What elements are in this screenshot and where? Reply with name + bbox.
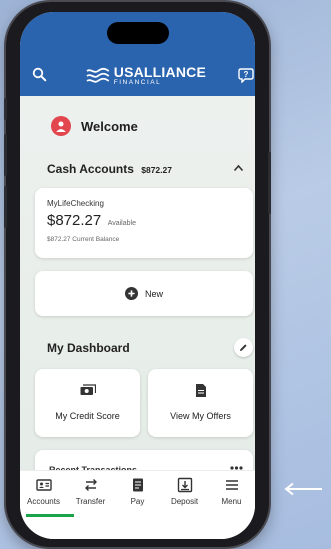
view-offers-tile[interactable]: View My Offers xyxy=(148,369,253,437)
document-icon xyxy=(196,384,206,397)
tab-pay[interactable]: Pay xyxy=(114,477,161,506)
logo-subtext: FINANCIAL xyxy=(113,79,162,86)
avatar[interactable] xyxy=(51,116,71,136)
deposit-icon xyxy=(177,477,192,493)
chevron-up-icon[interactable] xyxy=(233,164,244,172)
credit-score-label: My Credit Score xyxy=(55,411,120,421)
welcome-text: Welcome xyxy=(81,118,138,134)
new-label: New xyxy=(144,288,163,299)
account-name: MyLifeChecking xyxy=(47,199,104,208)
new-account-button[interactable]: New xyxy=(35,271,253,316)
transfer-arrows-icon xyxy=(84,479,97,491)
plus-circle-icon xyxy=(124,287,138,300)
left-arrow-icon xyxy=(284,482,322,496)
tab-transfer[interactable]: Transfer xyxy=(67,477,114,506)
cash-accounts-header[interactable]: Cash Accounts $872.27 xyxy=(47,162,172,176)
available-label: Available xyxy=(107,220,136,227)
active-tab-indicator xyxy=(26,514,74,517)
user-icon xyxy=(56,121,66,132)
mute-switch xyxy=(4,98,7,120)
search-icon[interactable] xyxy=(32,67,47,82)
app-screen: USALLIANCE FINANCIAL ? Welcome Cash Acco… xyxy=(20,12,255,539)
cash-accounts-title: Cash Accounts xyxy=(47,162,134,176)
tab-accounts-label: Accounts xyxy=(27,497,60,506)
volume-up-button xyxy=(4,134,7,176)
logo-waves-icon xyxy=(86,67,110,83)
tab-deposit-label: Deposit xyxy=(170,497,199,506)
cash-accounts-total: $872.27 xyxy=(141,165,172,175)
pay-bill-icon xyxy=(132,478,143,492)
account-card[interactable]: MyLifeChecking $872.27 Available $872.27… xyxy=(35,188,253,258)
edit-dashboard-button[interactable] xyxy=(234,338,253,357)
usalliance-logo: USALLIANCE FINANCIAL xyxy=(86,63,206,89)
svg-text:?: ? xyxy=(244,70,249,79)
view-offers-label: View My Offers xyxy=(170,411,231,421)
credit-score-tile[interactable]: My Credit Score xyxy=(35,369,140,437)
phone-frame: USALLIANCE FINANCIAL ? Welcome Cash Acco… xyxy=(4,2,271,547)
tab-pay-label: Pay xyxy=(130,497,145,506)
dynamic-island xyxy=(107,22,169,44)
logo-text: USALLIANCE xyxy=(113,64,206,80)
tab-transfer-label: Transfer xyxy=(75,497,106,506)
tab-menu[interactable]: Menu xyxy=(208,477,255,506)
account-balance-row: $872.27 Available xyxy=(47,212,136,230)
accounts-icon xyxy=(35,479,52,491)
tab-accounts[interactable]: Accounts xyxy=(20,477,67,506)
bottom-tab-bar: Accounts Transfer Pay Deposit Menu xyxy=(20,470,255,539)
tab-menu-label: Menu xyxy=(221,497,242,506)
tab-deposit[interactable]: Deposit xyxy=(161,477,208,506)
pencil-icon xyxy=(240,344,247,351)
account-balance: $872.27 xyxy=(47,212,102,229)
dashboard-title: My Dashboard xyxy=(47,341,130,355)
current-balance-text: $872.27 Current Balance xyxy=(47,236,120,243)
money-icon xyxy=(80,384,96,395)
hamburger-menu-icon xyxy=(225,480,238,490)
help-chat-icon[interactable]: ? xyxy=(238,67,254,83)
power-button xyxy=(268,152,271,214)
welcome-row: Welcome xyxy=(51,116,138,136)
volume-down-button xyxy=(4,186,7,228)
